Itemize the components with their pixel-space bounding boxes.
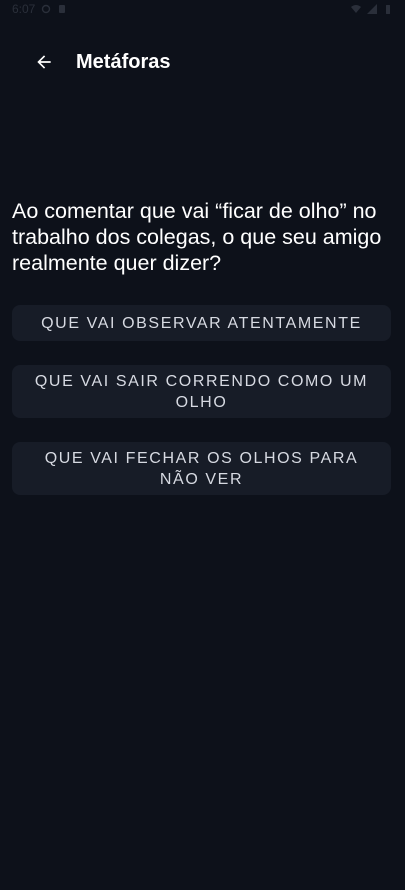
status-right: [351, 4, 393, 14]
answer-option-label: QUE VAI OBSERVAR ATENTAMENTE: [41, 314, 362, 332]
question-text: Ao comentar que vai “ficar de olho” no t…: [12, 199, 382, 275]
arrow-back-icon: [37, 55, 51, 69]
wifi-icon: [351, 5, 361, 13]
back-button[interactable]: [28, 46, 60, 78]
sim-card-icon: [59, 5, 66, 13]
status-left: 6:07: [12, 2, 67, 16]
answer-option-label: QUE VAI FECHAR OS OLHOS PARA NÃO VER: [44, 449, 359, 488]
answer-option-3[interactable]: QUE VAI FECHAR OS OLHOS PARA NÃO VER: [12, 442, 391, 495]
answer-option-label: QUE VAI SAIR CORRENDO COMO UM OLHO: [34, 372, 369, 411]
signal-icon: [367, 4, 377, 14]
answer-option-1[interactable]: QUE VAI OBSERVAR ATENTAMENTE: [12, 305, 391, 341]
sync-icon: [42, 4, 51, 14]
answer-option-2[interactable]: QUE VAI SAIR CORRENDO COMO UM OLHO: [12, 365, 391, 418]
app-bar: Metáforas: [0, 38, 405, 86]
page-title: Metáforas: [76, 51, 171, 73]
battery-icon: [386, 5, 390, 14]
status-bar: 6:07: [0, 0, 405, 18]
status-time: 6:07: [12, 2, 36, 16]
